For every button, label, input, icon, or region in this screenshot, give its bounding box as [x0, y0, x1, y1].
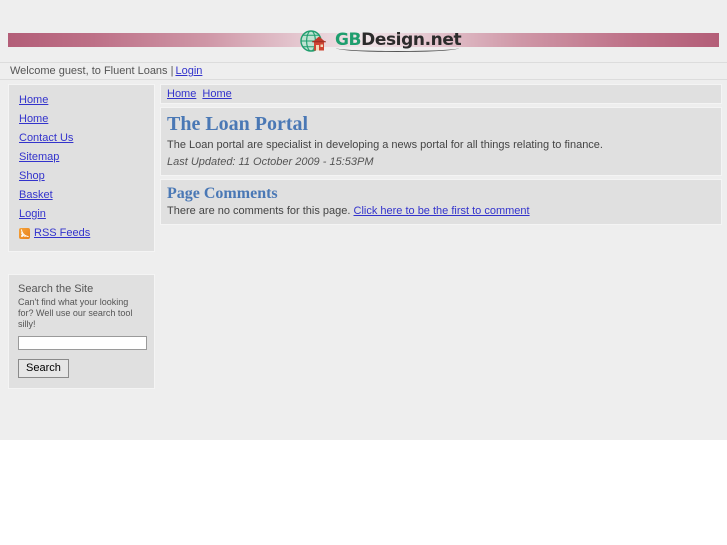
sidebar-item-rss-feeds[interactable]: RSS Feeds: [9, 224, 154, 243]
main-content: Home Home The Loan Portal The Loan porta…: [160, 84, 722, 228]
page-comments-panel: Page Comments There are no comments for …: [160, 179, 722, 225]
sidebar-menu-panel: Home Home Contact Us Sitemap Shop Basket: [8, 84, 155, 252]
breadcrumb: Home Home: [160, 84, 722, 104]
last-updated-text: Last Updated: 11 October 2009 - 15:53PM: [167, 156, 374, 168]
comments-empty-line: There are no comments for this page. Cli…: [167, 205, 715, 217]
sidebar-link-login[interactable]: Login: [19, 208, 46, 221]
welcome-bar: Welcome guest, to Fluent Loans | Login: [0, 62, 727, 80]
sidebar-link-basket[interactable]: Basket: [19, 189, 53, 202]
add-comment-link[interactable]: Click here to be the first to comment: [354, 205, 530, 217]
page-article-panel: The Loan Portal The Loan portal are spec…: [160, 107, 722, 176]
site-header: GBDesign.net: [0, 0, 727, 60]
sidebar-item-sitemap[interactable]: Sitemap: [9, 148, 154, 167]
breadcrumb-item-1[interactable]: Home: [167, 88, 196, 100]
page-root: GBDesign.net Welcome guest, to Fluent Lo…: [0, 0, 727, 545]
welcome-login-link[interactable]: Login: [175, 65, 202, 77]
sidebar-link-rss-feeds[interactable]: RSS Feeds: [34, 227, 90, 240]
sidebar-link-home-2[interactable]: Home: [19, 113, 48, 126]
sidebar-item-home-2[interactable]: Home: [9, 110, 154, 129]
logo-wordmark: GBDesign.net: [335, 30, 462, 52]
search-panel-title: Search the Site: [18, 283, 94, 295]
sidebar-item-contact-us[interactable]: Contact Us: [9, 129, 154, 148]
sidebar-link-sitemap[interactable]: Sitemap: [19, 151, 59, 164]
sidebar-item-login[interactable]: Login: [9, 205, 154, 224]
sidebar-item-home-1[interactable]: Home: [9, 91, 154, 110]
search-input[interactable]: [18, 336, 147, 350]
sidebar-menu-list: Home Home Contact Us Sitemap Shop Basket: [9, 91, 154, 243]
welcome-text: Welcome guest, to Fluent Loans |: [10, 65, 174, 77]
search-panel: Search the Site Can't find what your loo…: [8, 274, 155, 389]
site-logo[interactable]: GBDesign.net: [299, 27, 469, 57]
page-title: The Loan Portal: [167, 113, 309, 135]
globe-house-icon: [299, 28, 333, 56]
logo-rest-text: Design.net: [361, 30, 462, 50]
comments-empty-text: There are no comments for this page.: [167, 205, 351, 217]
comments-title: Page Comments: [167, 185, 278, 202]
logo-underline-swoosh: [336, 48, 460, 52]
sidebar: Home Home Contact Us Sitemap Shop Basket: [8, 84, 155, 389]
sidebar-link-shop[interactable]: Shop: [19, 170, 45, 183]
breadcrumb-item-2[interactable]: Home: [202, 88, 231, 100]
sidebar-link-home-1[interactable]: Home: [19, 94, 48, 107]
sidebar-link-contact-us[interactable]: Contact Us: [19, 132, 73, 145]
sidebar-item-shop[interactable]: Shop: [9, 167, 154, 186]
page-intro-text: The Loan portal are specialist in develo…: [167, 139, 603, 151]
rss-icon: [19, 228, 30, 239]
search-panel-blurb: Can't find what your looking for? Well u…: [18, 297, 133, 329]
logo-gb-text: GB: [335, 30, 362, 50]
sidebar-item-basket[interactable]: Basket: [9, 186, 154, 205]
search-button[interactable]: Search: [18, 359, 69, 378]
